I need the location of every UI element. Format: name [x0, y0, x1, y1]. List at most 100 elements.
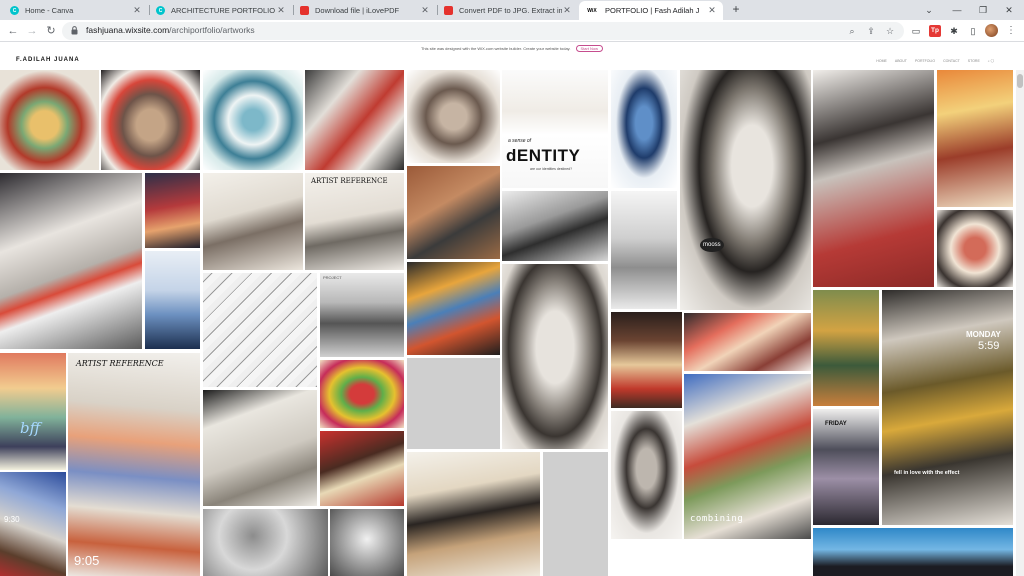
gallery-image[interactable]: MONDAY 5:59 fell in love with the effect: [882, 290, 1013, 525]
gallery-image[interactable]: [101, 70, 200, 170]
gallery-image[interactable]: [502, 264, 608, 449]
tab-title: Download file | iLovePDF: [315, 6, 400, 15]
bff-overlay: bff: [20, 419, 41, 437]
nav-home[interactable]: HOME: [876, 59, 887, 63]
gallery-image[interactable]: [813, 528, 1013, 576]
back-button[interactable]: ←: [6, 24, 20, 38]
page-scrollbar-thumb[interactable]: [1017, 74, 1023, 88]
share-icon[interactable]: ⇪: [865, 25, 877, 37]
window-close-button[interactable]: ✕: [996, 0, 1022, 20]
side-panel-icon[interactable]: ▯: [967, 25, 979, 37]
gallery-image[interactable]: [145, 251, 200, 349]
wix-banner: This site was designed with the WiX.com …: [0, 43, 1024, 53]
identity-overlay-b: dENTITY: [506, 146, 581, 165]
profile-avatar[interactable]: [985, 24, 998, 37]
restore-button[interactable]: ❐: [970, 0, 996, 20]
gallery-image[interactable]: [305, 70, 404, 170]
puzzle-extensions-icon[interactable]: ✱: [948, 25, 960, 37]
close-icon[interactable]: ✕: [132, 5, 142, 16]
gallery-image[interactable]: [407, 70, 500, 163]
bookmark-star-icon[interactable]: ☆: [884, 25, 896, 37]
gallery-image[interactable]: mooss: [680, 70, 811, 310]
gallery-image[interactable]: [813, 290, 879, 406]
gallery-image[interactable]: [203, 173, 303, 270]
gallery-image[interactable]: [407, 452, 540, 576]
tab-search-chevron-icon[interactable]: ⌄: [916, 0, 942, 20]
canva-icon: C: [10, 6, 19, 15]
gallery-image[interactable]: bff: [0, 353, 66, 470]
gallery-image[interactable]: [611, 411, 682, 539]
browser-toolbar: ← → ↻ fashjuana.wixsite.com/archiportfol…: [0, 20, 1024, 42]
tab-title: PORTFOLIO | Fash Adilah J: [605, 6, 700, 15]
url-text[interactable]: fashjuana.wixsite.com/archiportfolio/art…: [86, 25, 255, 35]
close-icon[interactable]: ✕: [420, 5, 430, 16]
tab-title: Home - Canva: [25, 6, 74, 15]
new-tab-button[interactable]: +: [729, 2, 743, 16]
nav-portfolio[interactable]: PORTFOLIO: [915, 59, 935, 63]
gallery-image[interactable]: [203, 509, 328, 576]
gallery-image[interactable]: a sense of dENTITY are our identities de…: [502, 70, 608, 188]
gallery-image-placeholder[interactable]: [543, 452, 608, 576]
gallery-image[interactable]: [203, 70, 303, 170]
gallery-image[interactable]: [320, 431, 404, 506]
gallery-image[interactable]: [937, 70, 1013, 207]
reload-button[interactable]: ↻: [44, 24, 58, 38]
gallery-image[interactable]: [684, 313, 811, 371]
friday-overlay: FRIDAY: [825, 421, 847, 427]
nav-contact[interactable]: CONTACT: [943, 59, 960, 63]
lock-icon[interactable]: [71, 26, 78, 35]
gallery-image[interactable]: [145, 173, 200, 248]
tab-architecture-portfolio[interactable]: C ARCHITECTURE PORTFOLIO - De ✕: [150, 1, 292, 20]
gallery-image[interactable]: ARTIST REFERENCE: [305, 173, 404, 270]
tab-ilovepdf-download[interactable]: Download file | iLovePDF ✕: [294, 1, 436, 20]
gallery-image[interactable]: [407, 262, 500, 355]
tab-home-canva[interactable]: C Home - Canva ✕: [4, 1, 148, 20]
gallery-image[interactable]: [0, 70, 99, 170]
tp-extension-icon[interactable]: Tp: [929, 25, 941, 37]
gallery-image[interactable]: [611, 191, 677, 309]
canva-icon: C: [156, 6, 165, 15]
gallery-image[interactable]: [203, 390, 317, 506]
time-overlay: 9:30: [4, 515, 20, 524]
tab-portfolio-active[interactable]: WiX PORTFOLIO | Fash Adilah J ✕: [579, 1, 723, 20]
browser-tab-strip: C Home - Canva ✕ C ARCHITECTURE PORTFOLI…: [0, 0, 1024, 20]
gallery-image[interactable]: [611, 70, 677, 188]
nav-about[interactable]: ABOUT: [895, 59, 907, 63]
site-nav-icons[interactable]: ⌕ ◯: [988, 59, 994, 63]
page-scrollbar-track[interactable]: [1016, 70, 1024, 576]
close-icon[interactable]: ✕: [562, 5, 572, 16]
ilovepdf-icon: [300, 6, 309, 15]
gallery-image[interactable]: [0, 173, 142, 349]
gallery-image[interactable]: [813, 70, 934, 287]
gallery-image[interactable]: [320, 360, 404, 428]
site-nav: HOME ABOUT PORTFOLIO CONTACT STORE ⌕ ◯: [876, 59, 994, 63]
gallery-image-placeholder[interactable]: [407, 358, 500, 449]
gallery-image[interactable]: [330, 509, 404, 576]
project-label: PROJECT: [323, 275, 342, 280]
gallery-image[interactable]: combining: [684, 374, 811, 539]
gallery-image[interactable]: 9:30: [0, 472, 66, 576]
tab-search-icon[interactable]: ▭: [910, 25, 922, 37]
close-icon[interactable]: ✕: [707, 5, 717, 16]
gallery-image[interactable]: FRIDAY: [813, 409, 879, 525]
browser-menu-icon[interactable]: ⋮: [1006, 24, 1016, 38]
forward-button[interactable]: →: [25, 24, 39, 38]
tab-ilovepdf-convert[interactable]: Convert PDF to JPG. Extract imag ✕: [438, 1, 578, 20]
combining-caption: combining: [690, 514, 744, 524]
address-bar[interactable]: fashjuana.wixsite.com/archiportfolio/art…: [62, 22, 904, 40]
gallery-image[interactable]: PROJECT: [320, 273, 404, 357]
gallery-image[interactable]: ARTIST REFERENCE 9:05: [68, 353, 200, 576]
gallery-image[interactable]: [203, 273, 317, 387]
gallery-image[interactable]: [407, 166, 500, 259]
start-now-button[interactable]: Start Now: [575, 44, 604, 52]
zoom-icon[interactable]: ⌕: [846, 25, 858, 37]
ilovepdf-icon: [444, 6, 453, 15]
minimize-button[interactable]: —: [944, 0, 970, 20]
close-icon[interactable]: ✕: [276, 5, 286, 16]
nav-store[interactable]: STORE: [968, 59, 980, 63]
gallery-image[interactable]: [611, 312, 682, 408]
gallery-image[interactable]: [502, 191, 608, 261]
gallery-image[interactable]: [937, 210, 1013, 287]
tab-title: Convert PDF to JPG. Extract imag: [459, 6, 562, 15]
site-logo[interactable]: F.ADILAH JUANA: [16, 57, 80, 63]
